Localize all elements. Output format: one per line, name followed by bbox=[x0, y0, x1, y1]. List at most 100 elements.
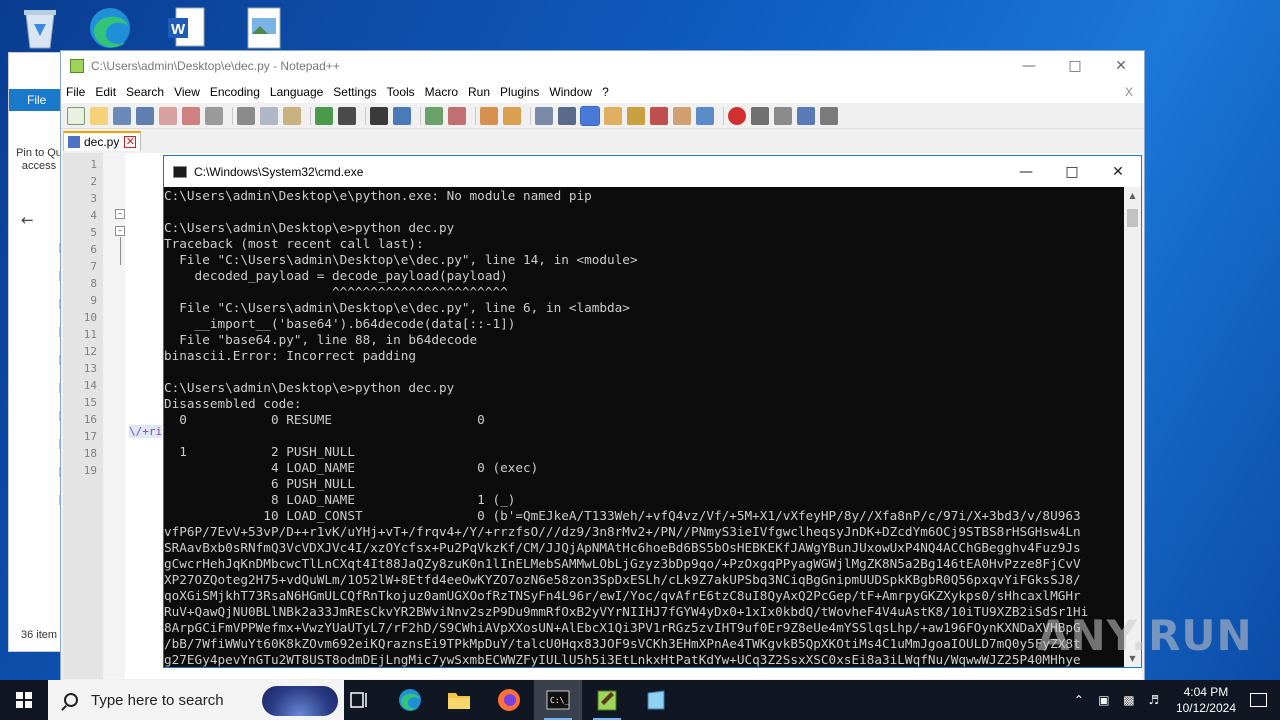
find-icon[interactable] bbox=[370, 106, 388, 125]
notepadpp-titlebar[interactable]: C:\Users\admin\Desktop\e\dec.py - Notepa… bbox=[61, 51, 1144, 81]
menu-settings[interactable]: Settings bbox=[328, 85, 381, 99]
tab-label: dec.py bbox=[84, 135, 120, 149]
scroll-up-icon[interactable]: ▲ bbox=[1124, 187, 1141, 204]
function-list-icon[interactable] bbox=[650, 106, 668, 125]
toolbar-separator bbox=[310, 106, 311, 125]
task-view-button[interactable] bbox=[336, 680, 384, 720]
maximize-button[interactable]: □ bbox=[1052, 51, 1098, 81]
console-line: binascii.Error: Incorrect padding bbox=[164, 348, 417, 363]
file-explorer-window[interactable]: File Pin to Qu access ← 36 item bbox=[8, 52, 65, 652]
fold-toggle-icon[interactable]: – bbox=[115, 209, 125, 219]
console-line: C:\Users\admin\Desktop\e\python.exe: No … bbox=[164, 188, 592, 203]
close-file-icon[interactable] bbox=[159, 106, 177, 125]
edge-taskbar-button[interactable] bbox=[386, 680, 434, 720]
cmd-window[interactable]: C:\Windows\System32\cmd.exe — □ ✕ C:\Use… bbox=[163, 155, 1142, 668]
image-file-icon[interactable] bbox=[238, 4, 290, 52]
meet-now-icon[interactable]: ▣ bbox=[1096, 692, 1112, 708]
pin-quick-access-button[interactable]: Pin to Qu access bbox=[13, 125, 65, 173]
close-document-icon[interactable]: X bbox=[1120, 85, 1138, 99]
menu-search[interactable]: Search bbox=[121, 85, 169, 99]
undo-icon[interactable] bbox=[315, 106, 333, 125]
console-line: ^^^^^^^^^^^^^^^^^^^^^^^ bbox=[164, 284, 508, 299]
show-all-chars-icon[interactable] bbox=[558, 106, 576, 125]
back-arrow-icon[interactable]: ← bbox=[21, 211, 34, 229]
console-line: Disassembled code: bbox=[164, 396, 302, 411]
stop-macro-icon[interactable] bbox=[751, 106, 769, 125]
menu-help[interactable]: ? bbox=[597, 85, 614, 99]
explorer-file-tab[interactable]: File bbox=[9, 89, 65, 111]
cmd-scrollbar[interactable]: ▲ ▼ bbox=[1124, 187, 1141, 667]
notification-center-button[interactable] bbox=[1236, 680, 1280, 720]
notepad-icon bbox=[647, 690, 665, 710]
clock[interactable]: 4:04 PM 10/12/2024 bbox=[1176, 684, 1236, 716]
tab-dec-py[interactable]: dec.py ✕ bbox=[63, 131, 142, 151]
taskbar-search-box[interactable]: Type here to search bbox=[48, 680, 344, 720]
save-icon[interactable] bbox=[113, 106, 131, 125]
fold-toggle-icon[interactable]: – bbox=[115, 226, 125, 236]
save-all-icon[interactable] bbox=[136, 106, 154, 125]
save-macro-icon[interactable] bbox=[820, 106, 838, 125]
play-macro-icon[interactable] bbox=[774, 106, 792, 125]
paste-icon[interactable] bbox=[283, 106, 301, 125]
close-all-icon[interactable] bbox=[182, 106, 200, 125]
menu-run[interactable]: Run bbox=[463, 85, 495, 99]
toolbar-separator bbox=[365, 106, 366, 125]
cut-icon[interactable] bbox=[237, 106, 255, 125]
file-explorer-taskbar-button[interactable] bbox=[435, 680, 483, 720]
console-line: File "C:\Users\admin\Desktop\e\dec.py", … bbox=[164, 252, 638, 267]
console-line: C:\Users\admin\Desktop\e>python dec.py bbox=[164, 220, 455, 235]
sync-horizontal-icon[interactable] bbox=[503, 106, 521, 125]
run-macro-multiple-icon[interactable] bbox=[797, 106, 815, 125]
folder-workspace-icon[interactable] bbox=[673, 106, 691, 125]
console-line: 0 0 RESUME 0 bbox=[164, 412, 485, 427]
word-document-icon[interactable]: W bbox=[160, 4, 212, 52]
zoom-in-icon[interactable] bbox=[425, 106, 443, 125]
indent-guide-icon[interactable] bbox=[580, 105, 600, 126]
tab-close-icon[interactable]: ✕ bbox=[124, 136, 137, 148]
notepadpp-taskbar-button[interactable] bbox=[583, 680, 631, 720]
menu-edit[interactable]: Edit bbox=[90, 85, 121, 99]
network-icon[interactable]: ▩ bbox=[1121, 692, 1137, 708]
edge-icon[interactable] bbox=[84, 4, 136, 52]
record-macro-icon[interactable] bbox=[728, 106, 746, 125]
cmd-minimize-button[interactable]: — bbox=[1003, 156, 1049, 187]
sync-vertical-icon[interactable] bbox=[480, 106, 498, 125]
minimize-button[interactable]: — bbox=[1006, 51, 1052, 81]
firefox-taskbar-button[interactable] bbox=[485, 680, 533, 720]
copy-icon[interactable] bbox=[260, 106, 278, 125]
cmd-taskbar-button[interactable]: C:\_ bbox=[534, 680, 582, 720]
start-button[interactable] bbox=[0, 680, 48, 720]
chevron-up-icon[interactable]: ⌃ bbox=[1071, 692, 1087, 708]
cmd-close-button[interactable]: ✕ bbox=[1095, 156, 1141, 187]
close-button[interactable]: ✕ bbox=[1098, 51, 1144, 81]
replace-icon[interactable] bbox=[393, 106, 411, 125]
cmd-output[interactable]: C:\Users\admin\Desktop\e\python.exe: No … bbox=[164, 187, 1124, 667]
menu-tools[interactable]: Tools bbox=[382, 85, 420, 99]
word-wrap-icon[interactable] bbox=[535, 106, 553, 125]
menu-macro[interactable]: Macro bbox=[420, 85, 463, 99]
cmd-maximize-button[interactable]: □ bbox=[1049, 156, 1095, 187]
user-language-icon[interactable] bbox=[604, 106, 622, 125]
document-map-icon[interactable] bbox=[627, 106, 645, 125]
scroll-thumb[interactable] bbox=[1127, 209, 1138, 227]
recycle-bin-icon[interactable] bbox=[14, 4, 66, 52]
print-icon[interactable] bbox=[205, 106, 223, 125]
menu-plugins[interactable]: Plugins bbox=[495, 85, 544, 99]
menu-file[interactable]: File bbox=[61, 85, 90, 99]
zoom-out-icon[interactable] bbox=[448, 106, 466, 125]
monitoring-icon[interactable] bbox=[696, 106, 714, 125]
redo-icon[interactable] bbox=[338, 106, 356, 125]
menu-language[interactable]: Language bbox=[265, 85, 328, 99]
menu-window[interactable]: Window bbox=[544, 85, 597, 99]
pin-label-2: access bbox=[21, 160, 57, 172]
line-number-gutter: 1 2 3 4 5 6 7 8 9 10 11 12 13 14 15 16 1… bbox=[63, 153, 103, 679]
new-file-icon[interactable] bbox=[67, 106, 85, 125]
menu-encoding[interactable]: Encoding bbox=[205, 85, 265, 99]
open-file-icon[interactable] bbox=[90, 106, 108, 125]
notepad-taskbar-button[interactable] bbox=[632, 680, 680, 720]
console-line bbox=[164, 204, 1124, 220]
cmd-titlebar[interactable]: C:\Windows\System32\cmd.exe — □ ✕ bbox=[164, 156, 1141, 187]
console-line: g27EGy4pevYnGTu2WT8UST8odmDEjLngMic7ywSx… bbox=[164, 652, 1081, 667]
menu-view[interactable]: View bbox=[169, 85, 205, 99]
volume-icon[interactable]: ♬ bbox=[1146, 692, 1162, 708]
